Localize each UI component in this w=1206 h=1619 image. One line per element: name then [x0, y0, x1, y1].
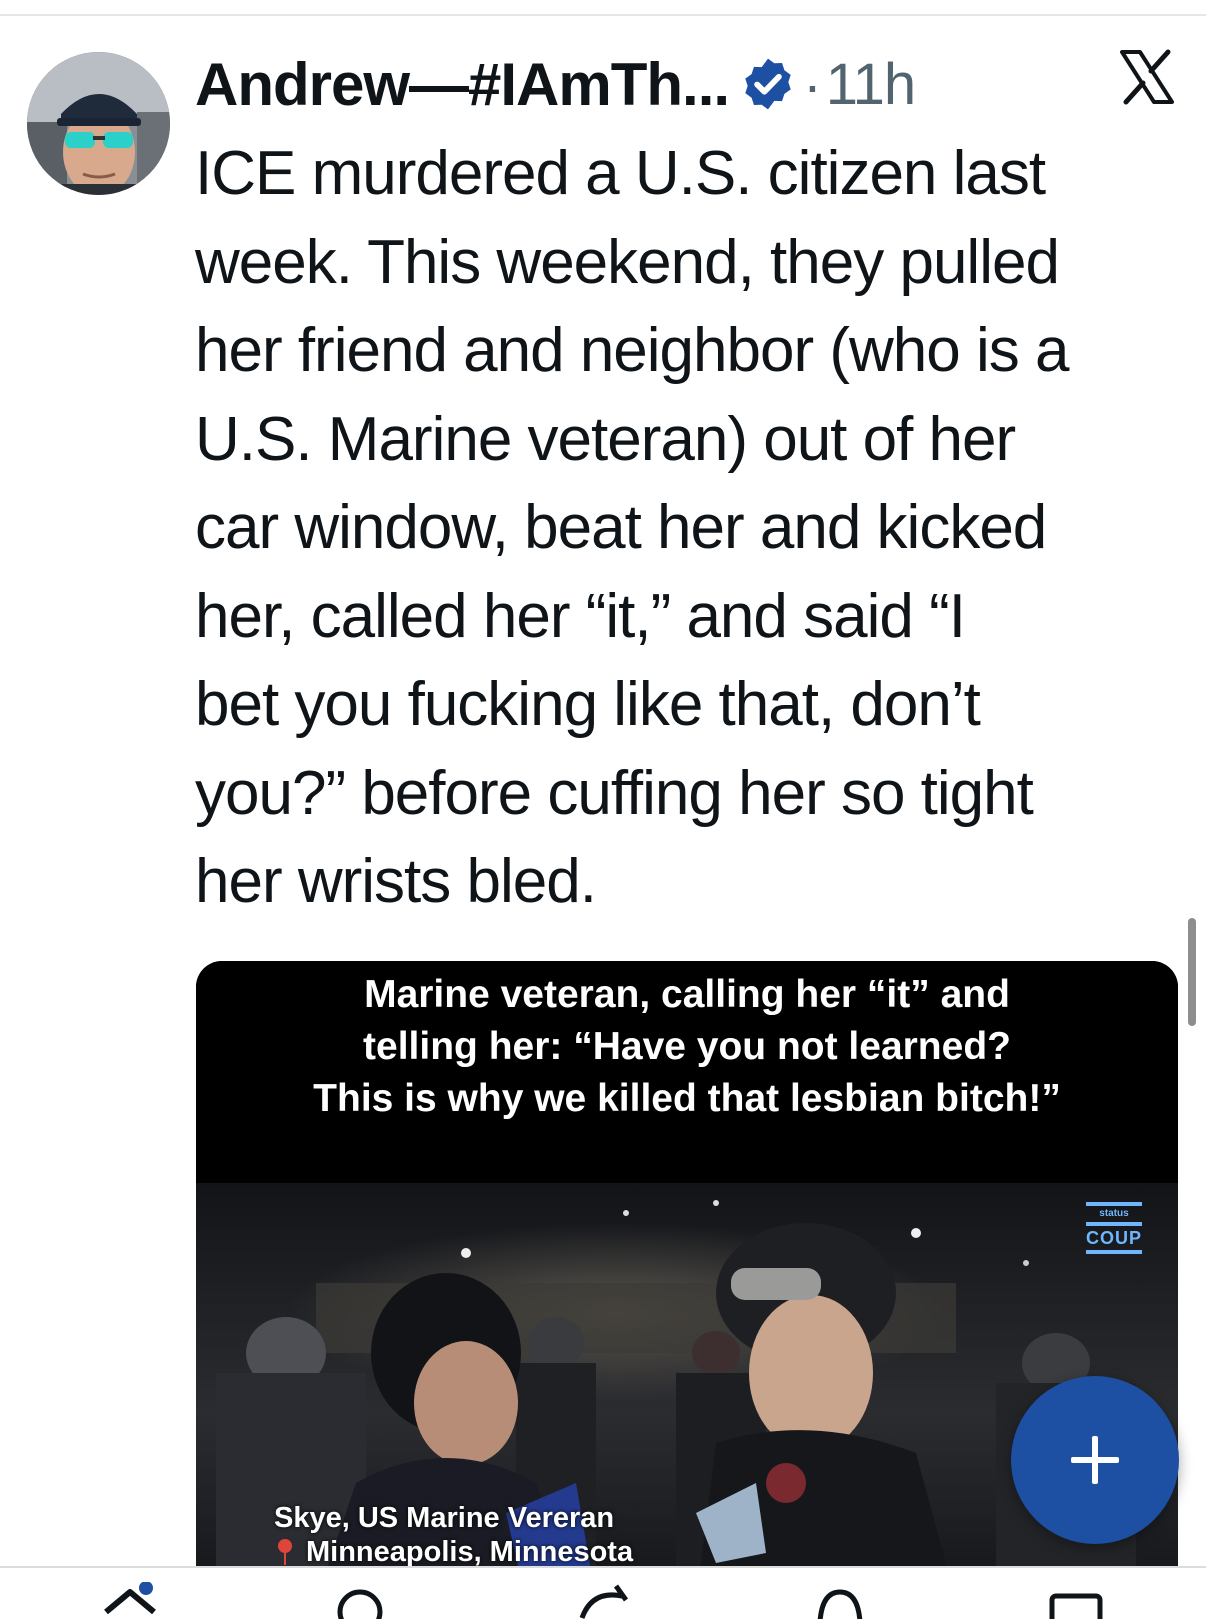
- caption-line: telling her: “Have you not learned?: [363, 1025, 1011, 1068]
- status-coup-watermark: status COUP: [1086, 1199, 1142, 1257]
- messages-icon[interactable]: [1044, 1582, 1108, 1619]
- x-logo-icon[interactable]: [1118, 48, 1176, 106]
- author-avatar[interactable]: [27, 52, 170, 195]
- grok-icon[interactable]: [572, 1582, 636, 1619]
- home-icon[interactable]: [98, 1582, 162, 1619]
- plus-icon: [1071, 1436, 1119, 1484]
- lower-third: Skye, US Marine Vereran Minneapolis, Min…: [274, 1501, 633, 1569]
- watermark-text: COUP: [1086, 1228, 1143, 1248]
- post-text: ICE murdered a U.S. citizen last week. T…: [195, 139, 1069, 916]
- search-icon[interactable]: [330, 1582, 394, 1619]
- separator-dot: ·: [803, 52, 822, 116]
- caption-line: This is why we killed that lesbian bitch…: [313, 1077, 1061, 1120]
- lower-third-name: Skye, US Marine Vereran: [274, 1502, 615, 1534]
- author-name[interactable]: Andrew—#IAmTh...: [195, 50, 730, 119]
- top-divider: [0, 14, 1206, 16]
- bottom-nav: [0, 1568, 1206, 1619]
- avatar-image: [27, 52, 170, 195]
- scrollbar[interactable]: [1188, 918, 1196, 1026]
- watermark-small-text: status: [1099, 1208, 1129, 1219]
- verified-badge-icon: [739, 55, 797, 113]
- post-header: Andrew—#IAmTh... · 11h: [195, 44, 916, 124]
- compose-button[interactable]: [1011, 1376, 1179, 1544]
- media-caption: Marine veteran, calling her “it” and tel…: [196, 961, 1178, 1183]
- lower-third-location: Minneapolis, Minnesota: [306, 1536, 634, 1568]
- caption-line: Marine veteran, calling her “it” and: [364, 973, 1010, 1016]
- location-pin-icon: [274, 1537, 296, 1567]
- post-time[interactable]: 11h: [826, 51, 916, 118]
- lower-third-location-row: Minneapolis, Minnesota: [274, 1535, 633, 1569]
- notifications-icon[interactable]: [808, 1582, 872, 1619]
- post-screen: Andrew—#IAmTh... · 11h ICE murdered a U.…: [0, 0, 1206, 1619]
